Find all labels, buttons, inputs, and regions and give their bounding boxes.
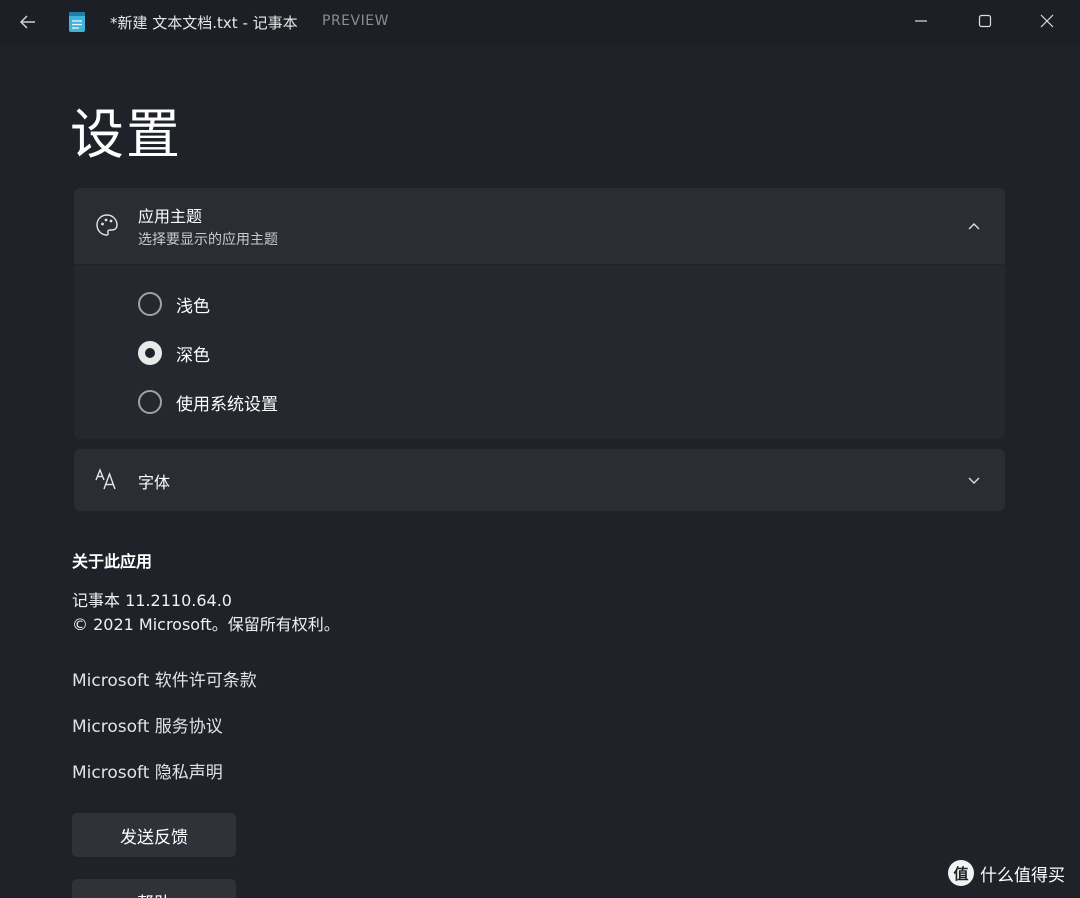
watermark: 值 什么值得买: [948, 860, 1065, 886]
minimize-icon: [915, 20, 927, 22]
close-button[interactable]: [1024, 4, 1070, 38]
theme-title: 应用主题: [138, 207, 203, 226]
font-title: 字体: [138, 473, 171, 492]
radio-button[interactable]: [138, 390, 162, 414]
copyright: © 2021 Microsoft。保留所有权利。: [72, 615, 340, 634]
app-version: 记事本 11.2110.64.0: [72, 591, 232, 610]
window-title: *新建 文本文档.txt - 记事本: [110, 14, 298, 32]
privacy-statement-link[interactable]: Microsoft 隐私声明: [72, 758, 223, 783]
send-feedback-button[interactable]: 发送反馈: [72, 813, 236, 857]
maximize-icon: [978, 14, 992, 28]
radio-button[interactable]: [138, 292, 162, 316]
font-icon: [95, 468, 116, 490]
back-arrow-icon: [19, 15, 35, 29]
theme-option-light[interactable]: 浅色: [138, 289, 210, 319]
radio-label: 使用系统设置: [176, 394, 278, 415]
watermark-text: 什么值得买: [980, 865, 1065, 886]
radio-button-checked[interactable]: [138, 341, 162, 365]
preview-badge: PREVIEW: [322, 13, 389, 29]
chevron-up-icon[interactable]: [965, 218, 983, 236]
services-agreement-link[interactable]: Microsoft 服务协议: [72, 712, 223, 737]
theme-options-panel: 浅色 深色 使用系统设置: [74, 265, 1005, 439]
radio-label: 深色: [176, 345, 210, 366]
notepad-settings-window: *新建 文本文档.txt - 记事本 PREVIEW 设置 应用主题 选择要显示…: [0, 0, 1080, 898]
watermark-logo: 值: [948, 860, 974, 886]
license-terms-link[interactable]: Microsoft 软件许可条款: [72, 666, 257, 691]
notepad-icon: [69, 12, 85, 32]
about-heading: 关于此应用: [72, 552, 153, 571]
theme-option-dark[interactable]: 深色: [138, 338, 210, 368]
font-expander-header[interactable]: 字体: [74, 449, 1005, 511]
chevron-down-icon[interactable]: [965, 471, 983, 489]
page-title: 设置: [70, 103, 182, 166]
theme-option-system[interactable]: 使用系统设置: [138, 387, 278, 417]
palette-icon: [96, 214, 118, 236]
theme-subtitle: 选择要显示的应用主题: [138, 232, 278, 248]
minimize-button[interactable]: [898, 4, 944, 38]
title-bar: *新建 文本文档.txt - 记事本 PREVIEW: [0, 0, 1080, 44]
maximize-button[interactable]: [962, 4, 1008, 38]
back-button[interactable]: [14, 8, 42, 36]
help-button[interactable]: 帮助: [72, 879, 236, 898]
radio-label: 浅色: [176, 296, 210, 317]
theme-expander-header[interactable]: 应用主题 选择要显示的应用主题: [74, 188, 1005, 264]
close-icon: [1040, 14, 1054, 28]
